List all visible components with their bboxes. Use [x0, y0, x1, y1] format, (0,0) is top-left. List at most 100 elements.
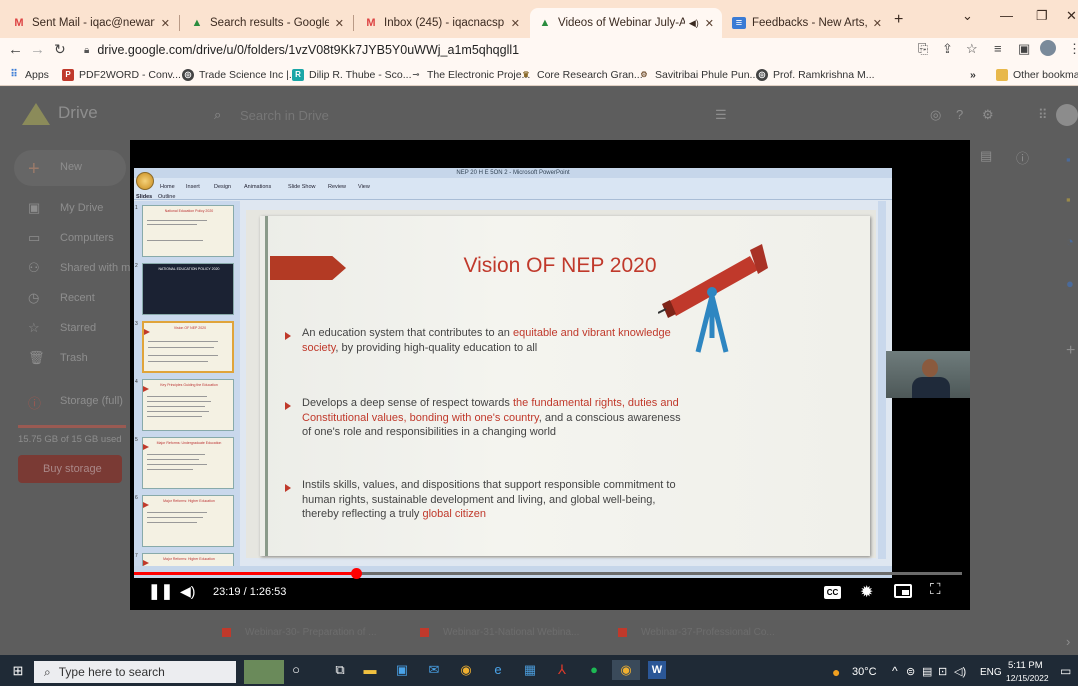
- bookmark-trade-science[interactable]: ◎ Trade Science Inc |...: [182, 66, 298, 84]
- offline-icon[interactable]: ◎: [930, 107, 941, 123]
- language-indicator[interactable]: ENG: [980, 667, 1002, 678]
- install-icon[interactable]: ⎘: [918, 41, 928, 57]
- video-time: 23:19 / 1:26:53: [213, 586, 287, 598]
- tab-feedbacks[interactable]: ≡ Feedbacks - New Arts, Comme ✕: [724, 8, 890, 38]
- thumb-title: Vision OF NEP 2020: [173, 326, 207, 330]
- thumb-title: National Education Policy 2020: [164, 209, 214, 213]
- photos-icon[interactable]: ▦: [520, 660, 540, 680]
- contacts-icon[interactable]: ●: [1066, 276, 1074, 291]
- volume-icon[interactable]: ◀︎): [180, 583, 195, 600]
- bookmark-star-icon[interactable]: ☆: [966, 41, 978, 57]
- thumb-title: NATIONAL EDUCATION POLICY 2020: [158, 267, 220, 271]
- google-apps-icon[interactable]: ⠿: [1038, 107, 1048, 123]
- tray-chevron-icon[interactable]: ^: [892, 664, 898, 678]
- tab-videos-webinar[interactable]: ▲ Videos of Webinar July-Aug ◀) ✕: [530, 8, 722, 38]
- scrubber-handle[interactable]: [350, 568, 362, 579]
- nav-starred[interactable]: Starred: [60, 322, 96, 334]
- edge-icon[interactable]: e: [488, 660, 508, 680]
- close-icon[interactable]: ✕: [335, 17, 344, 30]
- drive-search-input[interactable]: Search in Drive: [240, 108, 329, 123]
- bookmark-other[interactable]: Other bookmarks: [996, 66, 1078, 84]
- task-view-icon[interactable]: ⧉: [330, 660, 350, 680]
- clock-date[interactable]: 12/15/2022: [1006, 673, 1049, 683]
- bookmarks-overflow[interactable]: »: [970, 66, 976, 84]
- reload-icon[interactable]: ↻: [54, 41, 66, 58]
- panel-tab-slides: Slides: [136, 194, 153, 200]
- back-icon[interactable]: ←: [8, 41, 23, 58]
- my-drive-icon: ▣: [28, 200, 41, 215]
- store-icon[interactable]: ▣: [392, 660, 412, 680]
- keep-icon[interactable]: ▪: [1066, 192, 1071, 207]
- close-icon[interactable]: ✕: [705, 17, 714, 30]
- address-bar[interactable]: 🔒︎ drive.google.com/drive/u/0/folders/1v…: [84, 39, 904, 61]
- account-avatar[interactable]: [1056, 104, 1078, 126]
- file-webinar-31[interactable]: Webinar-31-National Webina...: [420, 624, 579, 640]
- close-window-icon[interactable]: ✕: [1066, 8, 1077, 24]
- tray-network-icon[interactable]: ⊜: [906, 665, 915, 678]
- acrobat-icon[interactable]: ⅄: [552, 660, 572, 680]
- pause-icon[interactable]: ❚❚: [148, 582, 173, 600]
- file-webinar-37[interactable]: Webinar-37-Professional Co...: [618, 624, 775, 640]
- add-on-plus-icon[interactable]: +: [1066, 342, 1075, 360]
- new-tab-button[interactable]: +: [894, 11, 903, 29]
- fullscreen-icon[interactable]: ⛶: [930, 581, 941, 598]
- expand-chevron-icon[interactable]: ›: [1066, 634, 1070, 649]
- spotify-icon[interactable]: ●: [584, 660, 604, 680]
- tab-search-chevron-icon[interactable]: ⌄: [962, 8, 973, 24]
- tab-drive-search[interactable]: ▲ Search results - Google Drive ✕: [182, 8, 352, 38]
- nav-recent[interactable]: Recent: [60, 292, 95, 304]
- weather-temp[interactable]: 30°C: [852, 666, 877, 678]
- nav-my-drive[interactable]: My Drive: [60, 202, 103, 214]
- notification-icon[interactable]: ▭: [1060, 664, 1071, 678]
- chrome-active-icon[interactable]: ◉: [612, 660, 640, 680]
- file-explorer-icon[interactable]: ▬: [360, 660, 380, 680]
- tray-display-icon[interactable]: ▤: [922, 665, 932, 678]
- bookmark-pdf2word[interactable]: P PDF2WORD - Conv...: [62, 66, 181, 84]
- audio-icon[interactable]: ◀): [689, 18, 699, 29]
- bookmark-savitribai[interactable]: ⚙ Savitribai Phule Pun...: [638, 66, 758, 84]
- menu-dots-icon[interactable]: ⋮: [1068, 41, 1078, 57]
- bookmark-ramkrishna[interactable]: ◎ Prof. Ramkrishna M...: [756, 66, 875, 84]
- chrome-app-icon[interactable]: ◉: [456, 660, 476, 680]
- restore-icon[interactable]: ❐: [1036, 8, 1048, 24]
- view-toggle-icon[interactable]: ▤: [980, 148, 992, 164]
- profile-avatar[interactable]: [1040, 40, 1056, 56]
- globe-icon: ◎: [756, 69, 768, 81]
- minimize-icon[interactable]: —: [1000, 8, 1013, 23]
- taskbar-search[interactable]: ⌕ Type here to search: [34, 661, 236, 683]
- nav-shared[interactable]: Shared with me: [60, 262, 136, 274]
- tab-sent-mail[interactable]: M Sent Mail - iqac@newartscolleg ✕: [4, 8, 178, 38]
- miniplayer-icon[interactable]: [894, 584, 912, 598]
- details-info-icon[interactable]: ⓘ: [1016, 148, 1029, 167]
- news-widget-icon[interactable]: [244, 660, 284, 684]
- close-icon[interactable]: ✕: [873, 17, 882, 30]
- windows-start-icon[interactable]: ⊞: [8, 661, 28, 681]
- bookmark-electronic-project[interactable]: ⊸ The Electronic Proje...: [410, 66, 531, 84]
- bookmark-apps[interactable]: ⠿ Apps: [8, 66, 49, 84]
- bookmark-core-research[interactable]: ♛ Core Research Gran...: [520, 66, 642, 84]
- nav-trash[interactable]: Trash: [60, 352, 88, 364]
- file-webinar-30[interactable]: Webinar-30- Preparation of ...: [222, 624, 377, 640]
- search-options-icon[interactable]: ☰: [715, 107, 727, 123]
- close-icon[interactable]: ✕: [511, 17, 520, 30]
- tray-volume-icon[interactable]: ◁): [954, 665, 966, 678]
- tab-inbox[interactable]: M Inbox (245) - iqacnacsp@gmail ✕: [356, 8, 528, 38]
- close-icon[interactable]: ✕: [161, 17, 170, 30]
- settings-gear-icon[interactable]: ⚙: [982, 107, 994, 123]
- share-icon[interactable]: ⇪: [942, 41, 953, 57]
- reading-list-icon[interactable]: ≡: [994, 41, 1002, 56]
- tasks-icon[interactable]: ◔: [1066, 234, 1074, 249]
- cortana-icon[interactable]: ○: [286, 660, 306, 680]
- captions-button[interactable]: CC: [824, 586, 841, 599]
- mail-icon[interactable]: ✉: [424, 660, 444, 680]
- settings-gear-icon[interactable]: ✹: [860, 582, 873, 602]
- calendar-icon[interactable]: ▪: [1066, 152, 1071, 167]
- word-icon[interactable]: W: [648, 661, 666, 679]
- forward-icon[interactable]: →: [30, 41, 45, 58]
- nav-computers[interactable]: Computers: [60, 232, 114, 244]
- clock-time[interactable]: 5:11 PM: [1008, 660, 1043, 671]
- side-panel-icon[interactable]: ▣: [1018, 41, 1030, 57]
- help-icon[interactable]: ?: [956, 107, 963, 122]
- tray-wifi-icon[interactable]: ⊡: [938, 665, 947, 678]
- bookmark-dilip-thube[interactable]: R Dilip R. Thube - Sco...: [292, 66, 412, 84]
